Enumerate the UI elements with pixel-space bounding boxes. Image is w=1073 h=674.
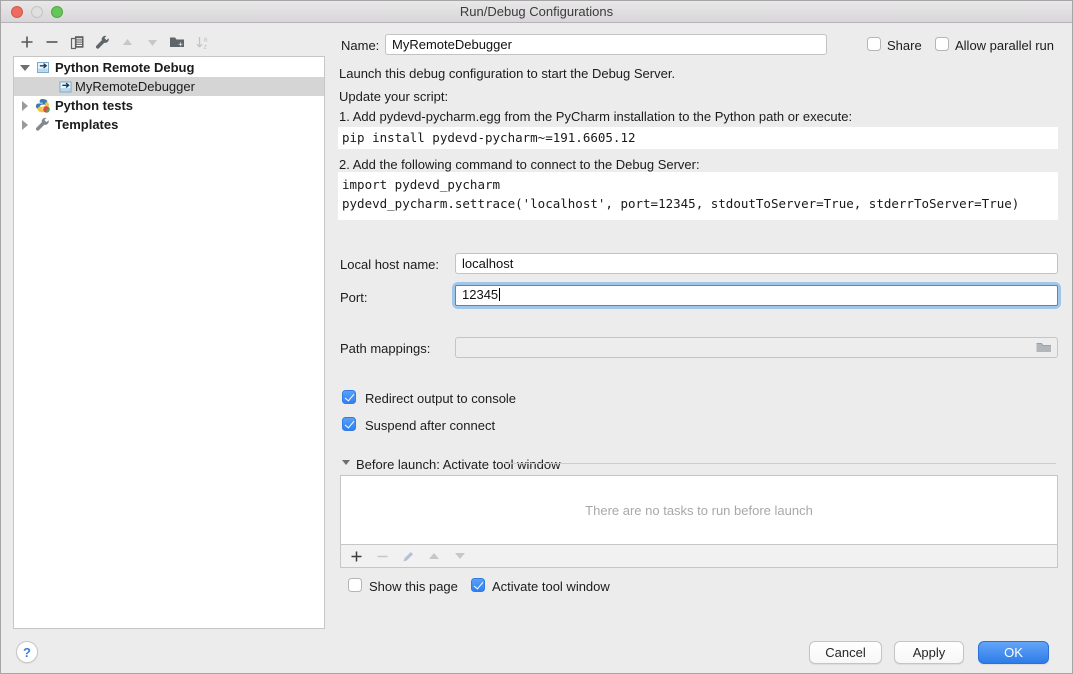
redirect-output-label[interactable]: Redirect output to console — [365, 391, 516, 406]
allow-parallel-run-checkbox[interactable] — [935, 37, 949, 51]
move-task-up-icon — [426, 548, 442, 564]
path-mappings-label: Path mappings: — [340, 341, 430, 356]
local-host-name-input[interactable]: localhost — [455, 253, 1058, 274]
window-title: Run/Debug Configurations — [1, 1, 1072, 23]
before-launch-rule — [504, 463, 1056, 464]
ok-button[interactable]: OK — [978, 641, 1049, 664]
expand-collapse-icon[interactable] — [22, 101, 28, 111]
task-list-toolbar — [341, 544, 1057, 567]
allow-parallel-run-label[interactable]: Allow parallel run — [955, 38, 1054, 53]
cancel-button[interactable]: Cancel — [809, 641, 882, 664]
svg-text:a: a — [203, 36, 207, 43]
settrace-code[interactable]: import pydevd_pycharm pydevd_pycharm.sett… — [338, 172, 1058, 220]
tree-item-python-remote-debug[interactable]: Python Remote Debug — [14, 58, 324, 77]
tree-item-label: Python Remote Debug — [55, 60, 194, 75]
svg-text:z: z — [203, 44, 207, 50]
port-label: Port: — [340, 290, 367, 305]
name-input[interactable]: MyRemoteDebugger — [385, 34, 827, 55]
share-checkbox[interactable] — [867, 37, 881, 51]
add-configuration-icon[interactable] — [19, 34, 35, 50]
move-up-icon — [119, 34, 135, 50]
minimize-window-button — [31, 6, 43, 18]
remote-debug-config-icon — [58, 80, 73, 97]
configurations-toolbar: az — [19, 34, 219, 50]
tree-item-myremotedebugger[interactable]: MyRemoteDebugger — [14, 77, 324, 96]
instruction-update: Update your script: — [339, 89, 448, 104]
text-caret — [499, 288, 500, 301]
help-button[interactable]: ? — [16, 641, 38, 663]
pip-install-code[interactable]: pip install pydevd-pycharm~=191.6605.12 — [338, 127, 1058, 149]
activate-tool-window-label[interactable]: Activate tool window — [492, 579, 610, 594]
share-label[interactable]: Share — [887, 38, 922, 53]
redirect-output-checkbox[interactable] — [342, 390, 356, 404]
move-task-down-icon — [452, 548, 468, 564]
add-task-icon[interactable] — [348, 548, 364, 564]
apply-button[interactable]: Apply — [894, 641, 964, 664]
configurations-tree: Python Remote Debug MyRemoteDebugger Pyt… — [13, 56, 325, 629]
tree-item-templates[interactable]: Templates — [14, 115, 324, 134]
tree-item-label: Python tests — [55, 98, 133, 113]
show-this-page-label[interactable]: Show this page — [369, 579, 458, 594]
suspend-after-connect-label[interactable]: Suspend after connect — [365, 418, 495, 433]
edit-task-pencil-icon — [400, 548, 416, 564]
browse-folder-icon[interactable] — [1035, 340, 1052, 359]
edit-templates-wrench-icon[interactable] — [94, 34, 110, 50]
copy-configuration-icon[interactable] — [69, 34, 85, 50]
tree-item-label: Templates — [55, 117, 118, 132]
move-down-icon — [144, 34, 160, 50]
port-value: 12345 — [462, 287, 498, 302]
titlebar[interactable]: Run/Debug Configurations — [1, 1, 1072, 23]
empty-task-message: There are no tasks to run before launch — [341, 476, 1057, 544]
zoom-window-button[interactable] — [51, 6, 63, 18]
before-launch-title[interactable]: Before launch: Activate tool window — [356, 457, 561, 472]
expand-collapse-icon[interactable] — [20, 65, 30, 71]
expand-collapse-icon[interactable] — [22, 120, 28, 130]
path-mappings-input[interactable] — [455, 337, 1058, 358]
before-launch-collapse-icon[interactable] — [342, 460, 350, 465]
python-tests-icon — [35, 98, 50, 116]
templates-wrench-icon — [35, 117, 50, 135]
before-launch-task-list: There are no tasks to run before launch — [340, 475, 1058, 568]
instruction-step1: 1. Add pydevd-pycharm.egg from the PyCha… — [339, 109, 852, 124]
remove-task-icon — [374, 548, 390, 564]
new-folder-icon[interactable] — [169, 34, 185, 50]
port-input[interactable]: 12345 — [455, 285, 1058, 306]
remove-configuration-icon[interactable] — [44, 34, 60, 50]
tree-item-python-tests[interactable]: Python tests — [14, 96, 324, 115]
port-input-focus-ring: 12345 — [452, 282, 1061, 309]
instruction-intro: Launch this debug configuration to start… — [339, 66, 675, 81]
tree-item-label: MyRemoteDebugger — [75, 79, 195, 94]
settrace-code-line1: import pydevd_pycharm — [342, 177, 500, 192]
instruction-step2: 2. Add the following command to connect … — [339, 157, 700, 172]
suspend-after-connect-checkbox[interactable] — [342, 417, 356, 431]
show-this-page-checkbox[interactable] — [348, 578, 362, 592]
run-debug-configurations-dialog: Run/Debug Configurations az — [0, 0, 1073, 674]
close-window-button[interactable] — [11, 6, 23, 18]
sort-alphabetically-icon: az — [194, 34, 210, 50]
local-host-name-label: Local host name: — [340, 257, 439, 272]
remote-debug-config-icon — [35, 60, 51, 78]
activate-tool-window-checkbox[interactable] — [471, 578, 485, 592]
settrace-code-line2: pydevd_pycharm.settrace('localhost', por… — [342, 196, 1019, 211]
name-label: Name: — [341, 38, 379, 53]
